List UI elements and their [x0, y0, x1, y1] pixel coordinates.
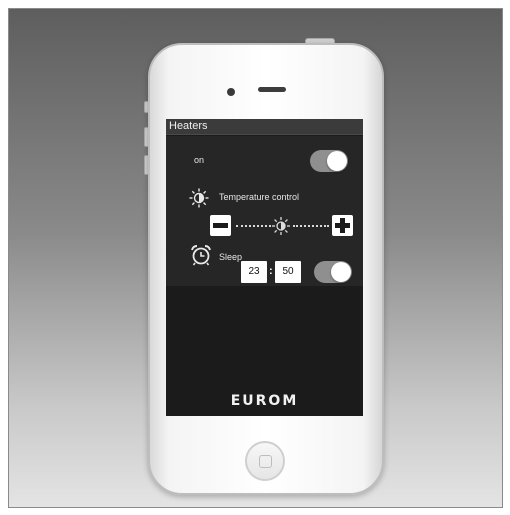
minus-icon — [213, 223, 228, 228]
title-bar: Heaters — [166, 119, 363, 135]
front-camera — [227, 88, 235, 96]
sleep-toggle[interactable] — [314, 261, 352, 283]
temperature-scale-left — [236, 225, 271, 227]
brand-logo: EUROM — [230, 393, 299, 409]
temperature-decrease-button[interactable] — [210, 215, 231, 236]
sleep-time-separator: : — [269, 265, 273, 277]
temperature-level-sun-icon — [272, 217, 290, 235]
app-screen: Heaters on Temperature control Sleep 23 … — [166, 119, 363, 416]
sun-icon — [189, 188, 209, 208]
alarm-clock-icon — [191, 245, 211, 266]
temperature-control-label: Temperature control — [219, 192, 300, 202]
plus-icon-bar-vertical — [340, 218, 345, 233]
app-title: Heaters — [169, 120, 208, 132]
sleep-label: Sleep — [219, 252, 243, 262]
power-toggle[interactable] — [310, 150, 348, 172]
screenshot-frame: Heaters on Temperature control Sleep 23 … — [8, 8, 503, 508]
home-square-icon — [259, 455, 272, 468]
home-button[interactable] — [245, 441, 285, 481]
temperature-increase-button[interactable] — [332, 215, 353, 236]
temperature-scale-right — [293, 225, 329, 227]
earpiece-speaker — [258, 87, 286, 92]
sleep-minutes-field[interactable]: 50 — [275, 261, 301, 283]
controls-panel: on Temperature control Sleep 23: 50 — [166, 136, 363, 286]
sleep-hours-field[interactable]: 23 — [241, 261, 267, 283]
sleep-toggle-knob — [331, 262, 351, 282]
power-toggle-knob — [327, 151, 347, 171]
power-label: on — [194, 155, 205, 165]
